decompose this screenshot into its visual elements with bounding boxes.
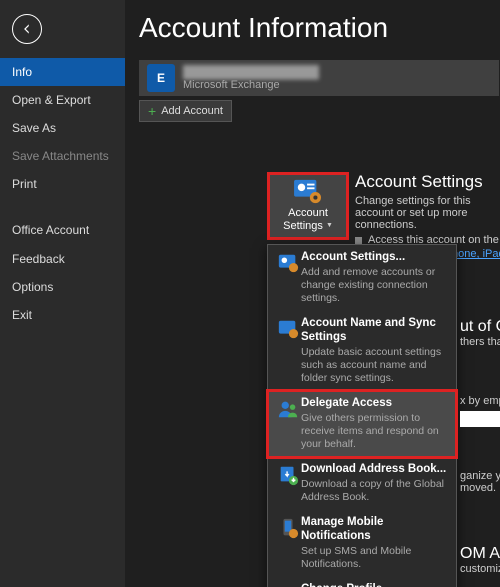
bullet-icon [355, 237, 362, 244]
menu-item-desc: Give others permission to receive items … [301, 412, 449, 451]
progress-box [460, 411, 500, 427]
sidebar-item-print[interactable]: Print [0, 170, 125, 198]
page-title: Account Information [139, 12, 500, 44]
account-selector[interactable]: E ████████████████ Microsoft Exchange [139, 60, 499, 96]
sidebar-item-office-account[interactable]: Office Account [0, 216, 125, 245]
menu-item-title: Download Address Book... [301, 463, 449, 477]
exchange-icon: E [147, 64, 175, 92]
mobile-apps-link[interactable]: hone, iPad, Android, or Windows 10 M [452, 248, 500, 260]
rules-section: ganize your incoming email messages move… [460, 470, 500, 494]
menu-item-download-address-book[interactable]: Download Address Book...Download a copy … [268, 457, 456, 510]
menu-item-title: Account Settings... [301, 251, 449, 265]
main-panel: Account Information E ████████████████ M… [125, 0, 500, 587]
sync-icon [277, 318, 299, 340]
account-email: ████████████████ [183, 65, 319, 79]
menu-item-title: Manage Mobile Notifications [301, 516, 449, 544]
menu-item-desc: Add and remove accounts or change existi… [301, 266, 449, 305]
account-settings-button[interactable]: Account Settings ▼ [267, 172, 349, 240]
section-line: moved. [460, 482, 500, 494]
chevron-down-icon: ▼ [326, 222, 333, 229]
mailbox-settings-section: x by emptying Deleted Items and arc [460, 395, 500, 430]
account-settings-button-label: Account Settings [283, 207, 328, 232]
add-account-label: Add Account [161, 105, 223, 117]
section-line: ganize your incoming email messages [460, 470, 500, 482]
menu-item-title: Delegate Access [301, 397, 449, 411]
sidebar-item-exit[interactable]: Exit [0, 301, 125, 329]
menu-item-desc: Set up SMS and Mobile Notifications. [301, 545, 449, 571]
menu-item-delegate-access[interactable]: Delegate AccessGive others permission to… [268, 391, 456, 457]
sidebar-item-feedback[interactable]: Feedback [0, 245, 125, 273]
account-settings-menu: Account Settings...Add and remove accoun… [267, 244, 457, 587]
sidebar-item-save-as[interactable]: Save As [0, 114, 125, 142]
menu-item-sync-settings[interactable]: Account Name and Sync SettingsUpdate bas… [268, 311, 456, 391]
add-account-button[interactable]: + Add Account [139, 100, 232, 122]
section-title: OM Add-ins [460, 545, 500, 563]
mobile-icon [277, 517, 299, 539]
arrow-left-icon [20, 22, 34, 36]
section-line: x by emptying Deleted Items and arc [460, 395, 500, 407]
menu-item-title: Account Name and Sync Settings [301, 317, 449, 345]
account-provider: Microsoft Exchange [183, 79, 319, 91]
sidebar-item-save-attachments: Save Attachments [0, 142, 125, 170]
section-title: ut of Office) [460, 318, 500, 336]
menu-item-desc: Download a copy of the Global Address Bo… [301, 478, 449, 504]
menu-item-desc: Update basic account settings such as ac… [301, 346, 449, 385]
back-button[interactable] [12, 14, 42, 44]
section-desc: Change settings for this account or set … [355, 195, 500, 231]
sidebar-item-info[interactable]: Info [0, 58, 125, 86]
section-line: customizing your Outlook experience. [460, 563, 500, 575]
menu-item-title: Change Profile [301, 583, 449, 587]
out-of-office-section: ut of Office) thers that you are out of … [460, 318, 500, 348]
account-icon [277, 252, 299, 274]
addins-section: OM Add-ins customizing your Outlook expe… [460, 545, 500, 575]
plus-icon: + [148, 104, 156, 118]
menu-item-mobile-notifications[interactable]: Manage Mobile NotificationsSet up SMS an… [268, 510, 456, 577]
download-icon [277, 464, 299, 486]
account-settings-icon [293, 179, 323, 205]
section-line: thers that you are out of office, on v [460, 336, 500, 348]
sidebar-item-open-export[interactable]: Open & Export [0, 86, 125, 114]
sidebar-item-options[interactable]: Options [0, 273, 125, 301]
delegate-icon [277, 398, 299, 420]
menu-item-account-settings[interactable]: Account Settings...Add and remove accoun… [268, 245, 456, 311]
backstage-sidebar: Info Open & Export Save As Save Attachme… [0, 0, 125, 587]
menu-item-change-profile[interactable]: Change ProfileRestart Microsoft Outlook … [268, 577, 456, 587]
section-title: Account Settings [355, 172, 500, 192]
